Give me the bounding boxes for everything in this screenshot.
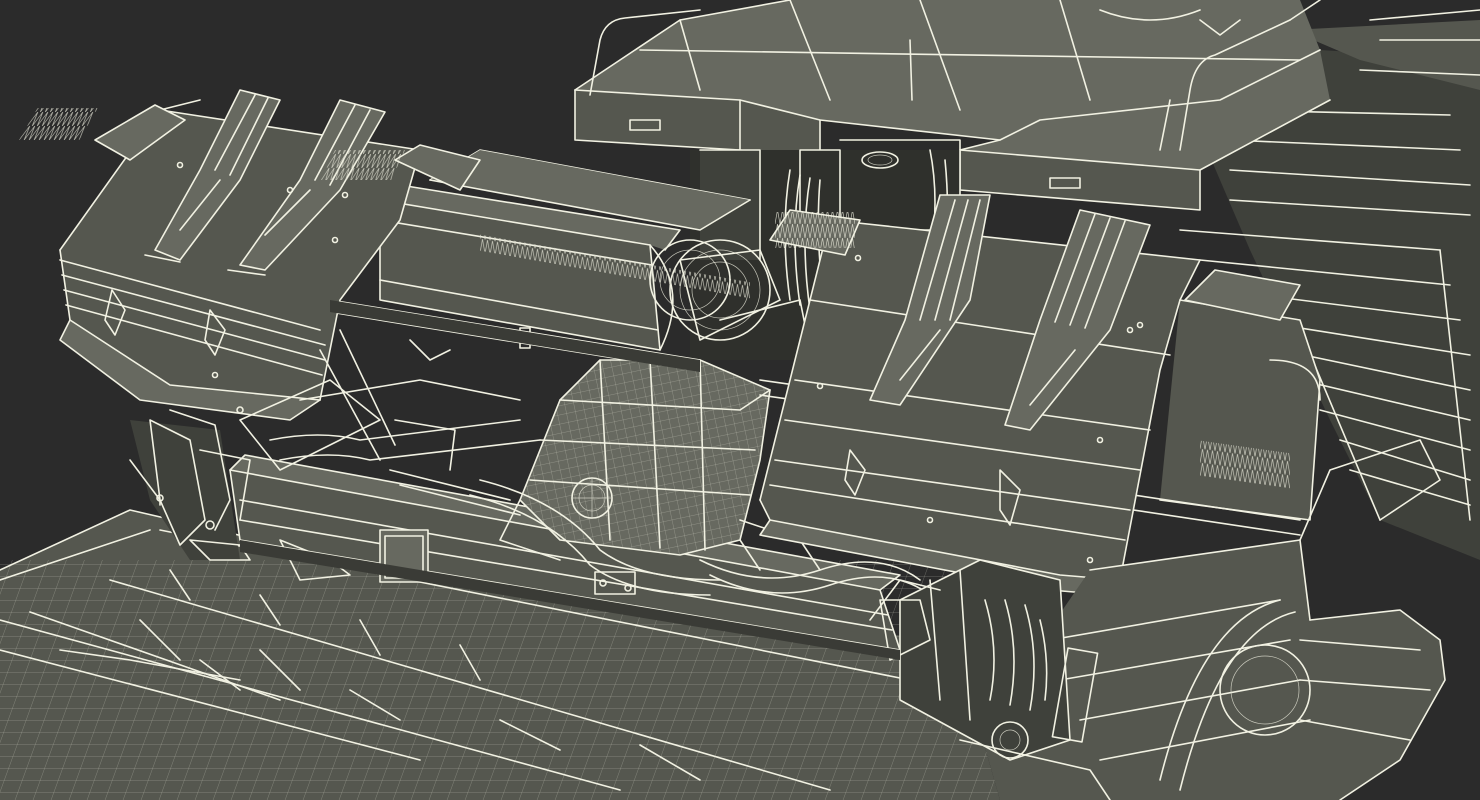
render-viewport (0, 0, 1480, 800)
right-flap (759, 194, 1201, 596)
wireframe-render (0, 0, 1480, 800)
